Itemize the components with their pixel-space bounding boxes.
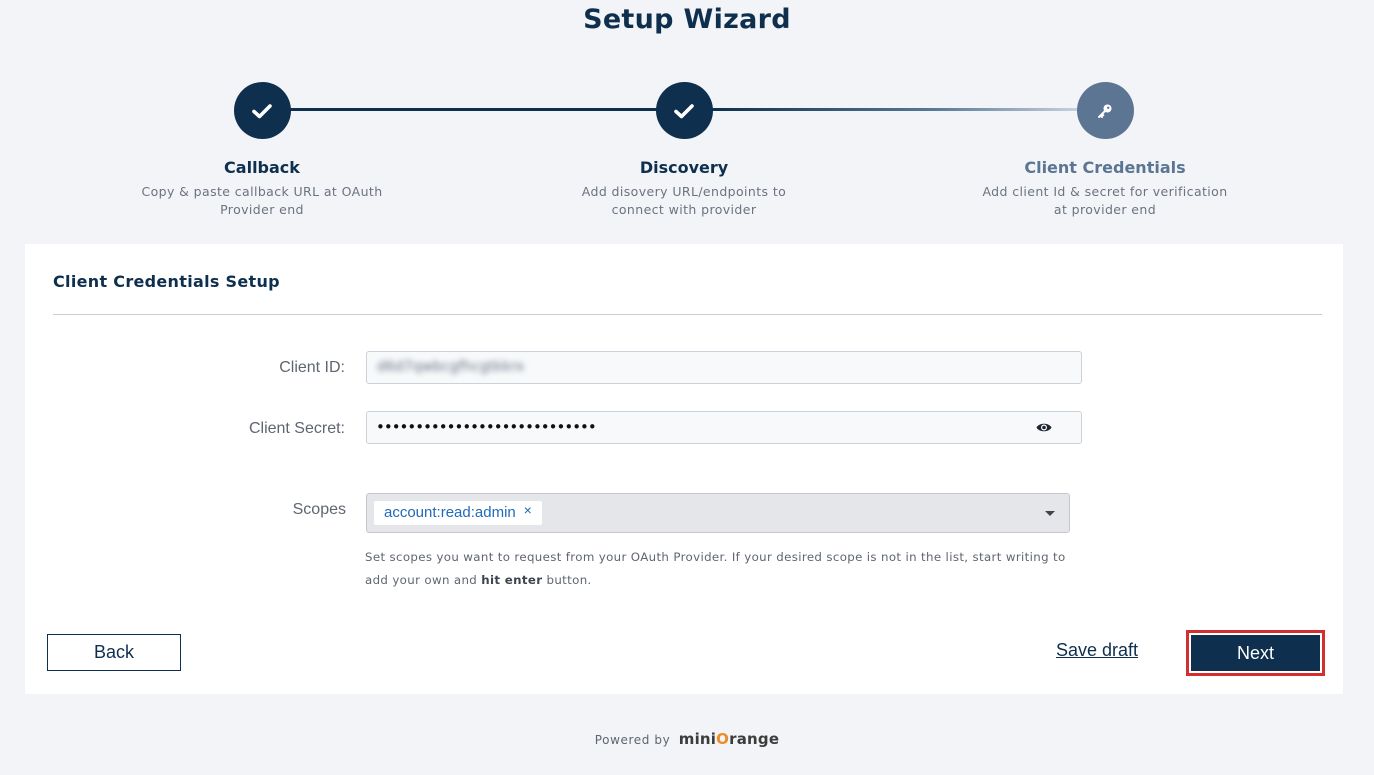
client-id-value: d6d7qwbcgfhcgtkkrx bbox=[377, 359, 525, 375]
step-circle-callback bbox=[233, 82, 291, 139]
scopes-help-text: Set scopes you want to request from your… bbox=[365, 550, 1066, 587]
step-name: Discovery bbox=[639, 158, 729, 177]
step-description: Copy & paste callback URL at OAuth Provi… bbox=[141, 184, 383, 217]
scope-tag: account:read:admin × bbox=[374, 501, 542, 525]
client-secret-value: •••••••••••••••••••••••••••• bbox=[376, 418, 597, 436]
key-icon bbox=[1098, 104, 1112, 118]
step-discovery[interactable]: Discovery Add disovery URL/endpoints to … bbox=[554, 82, 814, 219]
check-icon bbox=[674, 103, 694, 118]
client-id-label: Client ID: bbox=[279, 359, 345, 376]
step-circle-discovery bbox=[655, 82, 713, 139]
client-secret-input[interactable]: •••••••••••••••••••••••••••• bbox=[366, 411, 1082, 444]
step-description: Add client Id & secret for verification … bbox=[982, 184, 1228, 217]
footer: Powered by miniOrange bbox=[0, 730, 1374, 748]
scopes-label: Scopes bbox=[292, 501, 346, 518]
chevron-down-icon[interactable] bbox=[1045, 511, 1055, 516]
divider bbox=[53, 314, 1322, 315]
page-title: Setup Wizard bbox=[583, 4, 791, 35]
next-button[interactable]: Next bbox=[1191, 635, 1320, 671]
check-icon bbox=[252, 103, 272, 118]
scope-tag-label: account:read:admin bbox=[384, 504, 516, 521]
miniorange-logo: miniOrange bbox=[678, 730, 780, 748]
client-secret-label: Client Secret: bbox=[248, 420, 345, 437]
next-button-highlight: Next bbox=[1186, 630, 1325, 676]
step-name: Client Credentials bbox=[1024, 158, 1186, 177]
scopes-select[interactable]: account:read:admin × bbox=[366, 493, 1070, 533]
step-callback[interactable]: Callback Copy & paste callback URL at OA… bbox=[132, 82, 392, 219]
scope-tag-remove-icon[interactable]: × bbox=[524, 498, 532, 522]
save-draft-link[interactable]: Save draft bbox=[1056, 640, 1138, 661]
step-circle-client-credentials bbox=[1076, 82, 1134, 139]
step-client-credentials[interactable]: Client Credentials Add client Id & secre… bbox=[975, 82, 1235, 219]
step-name: Callback bbox=[224, 158, 300, 177]
step-description: Add disovery URL/endpoints to connect wi… bbox=[581, 184, 787, 217]
card-title: Client Credentials Setup bbox=[53, 272, 280, 291]
powered-by-text: Powered by bbox=[594, 733, 671, 747]
client-id-input[interactable]: d6d7qwbcgfhcgtkkrx bbox=[366, 351, 1082, 384]
eye-icon[interactable] bbox=[1036, 422, 1052, 433]
back-button[interactable]: Back bbox=[47, 634, 181, 671]
client-credentials-card: Client Credentials Setup Client ID: d6d7… bbox=[25, 244, 1343, 694]
